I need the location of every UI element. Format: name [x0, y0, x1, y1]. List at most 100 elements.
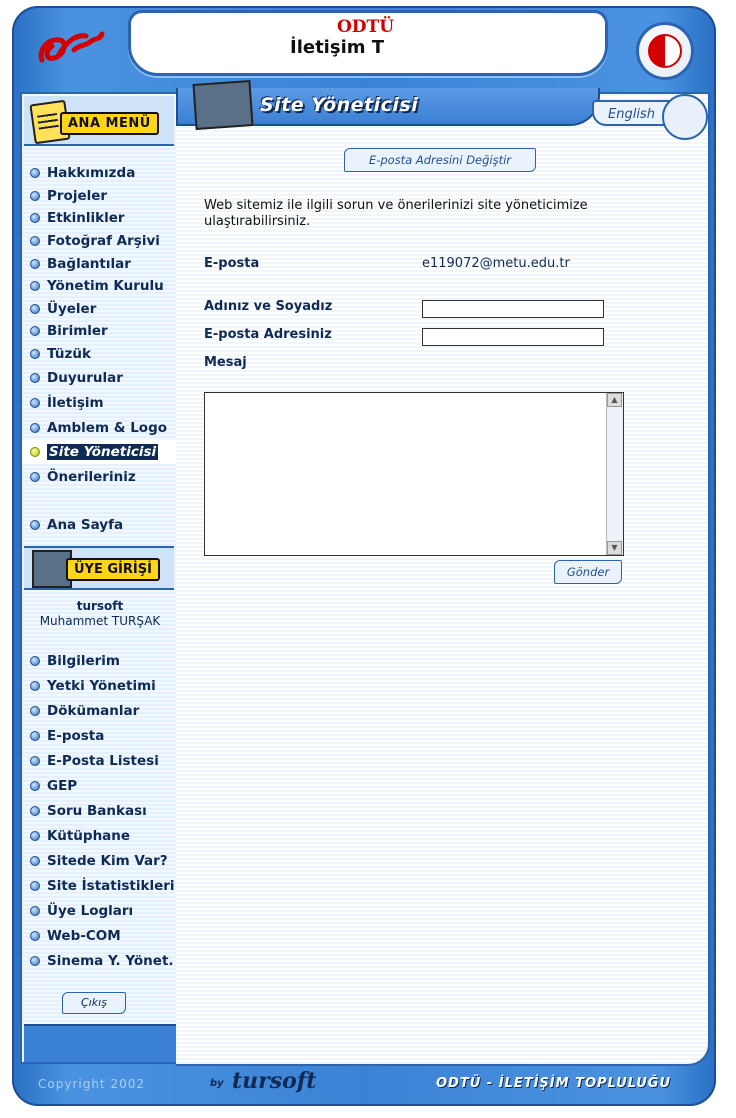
sidebar-item-label: Projeler — [47, 187, 108, 204]
sidebar: ANA MENÜ Hakkımızda Projeler Etkinlikler… — [20, 92, 178, 1064]
bullet-icon — [30, 397, 40, 408]
sidebar-item-label: Dökümanlar — [47, 702, 140, 719]
sidebar-item-site-istatistikleri[interactable]: Site İstatistikleri — [30, 873, 175, 898]
sidebar-item-label: Tüzük — [47, 346, 91, 363]
sidebar-item-label: Üyeler — [47, 300, 97, 317]
sidebar-item-ana-sayfa[interactable]: Ana Sayfa — [30, 514, 123, 537]
sidebar-item-onerileriniz[interactable]: Önerileriniz — [30, 464, 178, 490]
member-nav: Bilgilerim Yetki Yönetimi Dökümanlar E-p… — [30, 648, 175, 973]
bullet-icon — [30, 805, 40, 816]
sidebar-item-yonetim-kurulu[interactable]: Yönetim Kurulu — [30, 275, 178, 298]
bullet-icon — [30, 520, 40, 531]
sidebar-item-fotograf-arsivi[interactable]: Fotoğraf Arşivi — [30, 230, 178, 253]
sidebar-item-label: Yönetim Kurulu — [47, 278, 164, 295]
change-email-button[interactable]: E-posta Adresini Değiştir — [344, 148, 536, 172]
author-logo: tursoft — [232, 1068, 317, 1094]
bullet-icon — [30, 372, 40, 383]
send-button[interactable]: Gönder — [554, 560, 622, 584]
message-textarea[interactable]: ▲ ▼ — [204, 392, 624, 556]
bullet-icon — [30, 880, 40, 891]
main-nav: Hakkımızda Projeler Etkinlikler Fotoğraf… — [22, 162, 178, 490]
sidebar-item-label: Web-COM — [47, 927, 121, 944]
bullet-icon — [30, 326, 40, 337]
home-nav: Ana Sayfa — [30, 514, 123, 537]
user-full-name: Muhammet TURŞAK — [39, 614, 161, 628]
bullet-icon — [30, 680, 40, 691]
sidebar-item-sinema-yonet[interactable]: Sinema Y. Yönet. — [30, 948, 175, 973]
sidebar-item-label: Fotoğraf Arşivi — [47, 233, 160, 250]
sidebar-item-iletisim[interactable]: İletişim — [30, 390, 178, 415]
sidebar-item-etkinlikler[interactable]: Etkinlikler — [30, 207, 178, 230]
sidebar-footer — [24, 1024, 176, 1062]
sidebar-item-birimler[interactable]: Birimler — [30, 320, 178, 343]
bullet-icon — [30, 705, 40, 716]
sidebar-item-label: Üye Logları — [47, 902, 134, 919]
sidebar-item-label: Ana Sayfa — [47, 517, 124, 534]
bullet-icon — [30, 472, 40, 483]
sidebar-item-e-posta[interactable]: E-posta — [30, 723, 175, 748]
sidebar-item-label: Bilgilerim — [47, 652, 120, 669]
bullet-icon — [30, 755, 40, 766]
sidebar-item-sitede-kim-var[interactable]: Sitede Kim Var? — [30, 848, 175, 873]
sidebar-item-label: Hakkımızda — [47, 165, 136, 182]
bullet-icon — [30, 655, 40, 666]
footer: Copyright 2002 by tursoft ODTÜ - İLETİŞİ… — [20, 1066, 708, 1102]
bullet-icon — [30, 730, 40, 741]
sidebar-item-label: İletişim — [47, 394, 104, 411]
sidebar-item-label: Yetki Yönetimi — [47, 677, 156, 694]
email-label: E-posta — [204, 256, 260, 271]
scroll-up-icon[interactable]: ▲ — [607, 393, 622, 407]
sidebar-item-label: GEP — [47, 777, 78, 794]
brand-bottom-text: İletişim T — [290, 37, 385, 58]
university-logo-icon[interactable] — [636, 22, 694, 80]
scroll-down-icon[interactable]: ▼ — [607, 541, 622, 555]
sidebar-item-label: Duyurular — [47, 369, 123, 386]
admin-icon — [192, 80, 254, 130]
sidebar-item-hakkimizda[interactable]: Hakkımızda — [30, 162, 178, 185]
sidebar-item-uye-loglari[interactable]: Üye Logları — [30, 898, 175, 923]
sidebar-item-label: Site Yöneticisi — [47, 444, 159, 461]
logout-button[interactable]: Çıkış — [62, 992, 126, 1014]
your-email-input[interactable] — [422, 328, 604, 346]
bullet-icon — [30, 281, 40, 292]
member-login-title: ÜYE GİRİŞİ — [66, 558, 160, 581]
name-label: Adınız ve Soyadız — [204, 299, 333, 314]
sidebar-item-label: E-Posta Listesi — [47, 752, 159, 769]
bullet-icon — [30, 830, 40, 841]
sidebar-item-e-posta-listesi[interactable]: E-Posta Listesi — [30, 748, 175, 773]
bullet-icon — [30, 349, 40, 360]
sidebar-item-soru-bankasi[interactable]: Soru Bankası — [30, 798, 175, 823]
sidebar-item-label: Amblem & Logo — [47, 419, 168, 436]
sidebar-item-amblem-logo[interactable]: Amblem & Logo — [30, 415, 178, 440]
sidebar-item-dokumanlar[interactable]: Dökümanlar — [30, 698, 175, 723]
sidebar-item-label: Kütüphane — [47, 827, 131, 844]
sidebar-item-tuzuk[interactable]: Tüzük — [30, 343, 178, 366]
sidebar-item-web-com[interactable]: Web-COM — [30, 923, 175, 948]
bullet-icon — [30, 780, 40, 791]
sidebar-item-bilgilerim[interactable]: Bilgilerim — [30, 648, 175, 673]
sidebar-item-uyeler[interactable]: Üyeler — [30, 298, 178, 321]
textarea-scrollbar[interactable]: ▲ ▼ — [606, 393, 623, 555]
sidebar-item-duyurular[interactable]: Duyurular — [30, 365, 178, 390]
sidebar-item-kutuphane[interactable]: Kütüphane — [30, 823, 175, 848]
sidebar-item-yetki-yonetimi[interactable]: Yetki Yönetimi — [30, 673, 175, 698]
intro-text: Web sitemiz ile ilgili sorun ve öneriler… — [204, 198, 588, 229]
sidebar-item-label: Önerileriniz — [47, 469, 136, 486]
bullet-icon — [30, 905, 40, 916]
main-menu-header: ANA MENÜ — [24, 96, 174, 146]
sidebar-item-label: Sitede Kim Var? — [47, 852, 168, 869]
bullet-icon — [30, 258, 40, 269]
sidebar-item-label: E-posta — [47, 727, 105, 744]
site-logo-icon[interactable] — [34, 16, 108, 72]
sidebar-item-baglantilar[interactable]: Bağlantılar — [30, 252, 178, 275]
sidebar-item-label: Sinema Y. Yönet. — [47, 952, 174, 969]
sidebar-item-site-yoneticisi[interactable]: Site Yöneticisi — [22, 440, 178, 465]
sidebar-item-projeler[interactable]: Projeler — [30, 185, 178, 208]
bullet-icon — [30, 303, 40, 314]
sidebar-item-gep[interactable]: GEP — [30, 773, 175, 798]
sidebar-item-label: Bağlantılar — [47, 255, 131, 272]
organization-name: ODTÜ - İLETİŞİM TOPLULUĞU — [436, 1076, 672, 1091]
bullet-icon — [30, 955, 40, 966]
name-input[interactable] — [422, 300, 604, 318]
bullet-icon — [30, 447, 40, 458]
